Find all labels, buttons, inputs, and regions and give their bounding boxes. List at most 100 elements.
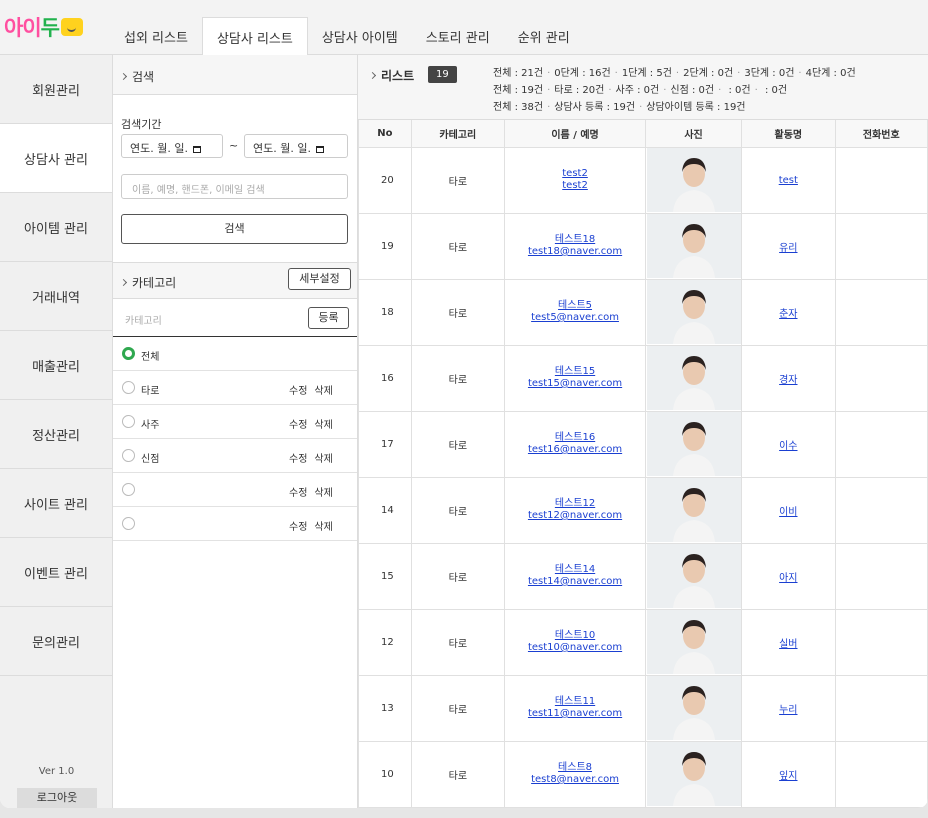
table-row[interactable]: 17 타로 테스트16 test16@naver.com 이수 — [358, 410, 928, 478]
activity-name-link[interactable]: 이수 — [779, 441, 797, 452]
table-row[interactable]: 20 타로 test2 test2 test — [358, 146, 928, 214]
email-link[interactable]: test14@naver.com — [505, 576, 645, 588]
name-link[interactable]: 테스트10 — [505, 630, 645, 642]
category-radio[interactable] — [122, 415, 135, 428]
counselor-photo[interactable] — [646, 544, 741, 608]
sidebar-item-items[interactable]: 아이템 관리 — [0, 193, 112, 262]
email-link[interactable]: test18@naver.com — [505, 246, 645, 258]
email-link[interactable]: test8@naver.com — [505, 774, 645, 786]
tab-counselor-list[interactable]: 상담사 리스트 — [201, 17, 308, 56]
email-link[interactable]: test10@naver.com — [505, 642, 645, 654]
category-radio[interactable] — [122, 347, 135, 360]
calendar-icon[interactable] — [315, 146, 324, 153]
activity-name-link[interactable]: 경자 — [779, 375, 797, 386]
counselor-photo[interactable] — [646, 676, 741, 740]
logo-text: 아이두 — [4, 16, 60, 40]
sidebar-item-site[interactable]: 사이트 관리 — [0, 469, 112, 538]
category-row-shinjeom[interactable]: 신점 수정 삭제 — [113, 439, 357, 473]
category-row-empty[interactable]: 수정 삭제 — [113, 507, 357, 541]
calendar-icon[interactable] — [192, 146, 201, 153]
category-radio[interactable] — [122, 449, 135, 462]
tab-outreach-list[interactable]: 섭외 리스트 — [110, 17, 202, 55]
category-row-all[interactable]: 전체 — [113, 337, 357, 371]
tab-story-management[interactable]: 스토리 관리 — [412, 17, 504, 55]
counselor-photo[interactable] — [646, 346, 741, 410]
counselor-photo[interactable] — [646, 280, 741, 344]
delete-category-button[interactable]: 삭제 — [314, 488, 332, 499]
edit-category-button[interactable]: 수정 — [289, 420, 307, 431]
table-row[interactable]: 10 타로 테스트8 test8@naver.com 잎지 — [358, 740, 928, 808]
detail-settings-button[interactable]: 세부설정 — [288, 268, 351, 290]
edit-category-button[interactable]: 수정 — [289, 522, 307, 533]
activity-name-link[interactable]: 아지 — [779, 573, 797, 584]
counselor-photo[interactable] — [646, 742, 741, 806]
activity-name-link[interactable]: 잎지 — [779, 771, 797, 782]
delete-category-button[interactable]: 삭제 — [314, 386, 332, 397]
category-radio[interactable] — [122, 381, 135, 394]
name-link[interactable]: test2 — [505, 168, 645, 180]
activity-name-link[interactable]: test — [779, 175, 798, 186]
sidebar-item-inquiries[interactable]: 문의관리 — [0, 607, 112, 676]
counselor-photo[interactable] — [646, 412, 741, 476]
edit-category-button[interactable]: 수정 — [289, 454, 307, 465]
category-row-tarot[interactable]: 타로 수정 삭제 — [113, 371, 357, 405]
sidebar-item-members[interactable]: 회원관리 — [0, 55, 112, 124]
table-row[interactable]: 12 타로 테스트10 test10@naver.com 실버 — [358, 608, 928, 676]
category-row-saju[interactable]: 사주 수정 삭제 — [113, 405, 357, 439]
table-row[interactable]: 16 타로 테스트15 test15@naver.com 경자 — [358, 344, 928, 412]
date-to-input[interactable]: 연도. 월. 일. — [244, 134, 348, 158]
activity-name-link[interactable]: 유리 — [779, 243, 797, 254]
table-row[interactable]: 18 타로 테스트5 test5@naver.com 춘자 — [358, 278, 928, 346]
name-link[interactable]: 테스트18 — [505, 234, 645, 246]
activity-name-link[interactable]: 실버 — [779, 639, 797, 650]
counselor-photo[interactable] — [646, 610, 741, 674]
email-link[interactable]: test5@naver.com — [505, 312, 645, 324]
tab-counselor-items[interactable]: 상담사 아이템 — [308, 17, 412, 55]
email-link[interactable]: test2 — [505, 180, 645, 192]
activity-name-link[interactable]: 이비 — [779, 507, 797, 518]
email-link[interactable]: test12@naver.com — [505, 510, 645, 522]
delete-category-button[interactable]: 삭제 — [314, 454, 332, 465]
top-bar: 아이두 섭외 리스트 상담사 리스트 상담사 아이템 스토리 관리 순위 관리 — [0, 0, 928, 56]
counselor-photo[interactable] — [646, 148, 741, 212]
sidebar-item-counselors[interactable]: 상담사 관리 — [0, 124, 112, 193]
cell-name: 테스트8 test8@naver.com — [503, 740, 647, 808]
activity-name-link[interactable]: 누리 — [779, 705, 797, 716]
register-category-button[interactable]: 등록 — [308, 307, 349, 329]
counselor-photo[interactable] — [646, 478, 741, 542]
name-link[interactable]: 테스트14 — [505, 564, 645, 576]
name-link[interactable]: 테스트5 — [505, 300, 645, 312]
logo[interactable]: 아이두 — [4, 12, 83, 42]
search-button[interactable]: 검색 — [121, 214, 348, 244]
category-radio[interactable] — [122, 483, 135, 496]
delete-category-button[interactable]: 삭제 — [314, 522, 332, 533]
category-radio[interactable] — [122, 517, 135, 530]
sidebar-item-settlement[interactable]: 정산관리 — [0, 400, 112, 469]
tab-ranking-management[interactable]: 순위 관리 — [504, 17, 584, 55]
name-link[interactable]: 테스트16 — [505, 432, 645, 444]
table-row[interactable]: 15 타로 테스트14 test14@naver.com 아지 — [358, 542, 928, 610]
category-row-empty[interactable]: 수정 삭제 — [113, 473, 357, 507]
counselor-photo[interactable] — [646, 214, 741, 278]
name-link[interactable]: 테스트8 — [505, 762, 645, 774]
logout-button[interactable]: 로그아웃 — [17, 788, 97, 808]
name-link[interactable]: 테스트15 — [505, 366, 645, 378]
email-link[interactable]: test11@naver.com — [505, 708, 645, 720]
delete-category-button[interactable]: 삭제 — [314, 420, 332, 431]
sidebar-item-events[interactable]: 이벤트 관리 — [0, 538, 112, 607]
name-link[interactable]: 테스트12 — [505, 498, 645, 510]
sidebar-item-sales[interactable]: 매출관리 — [0, 331, 112, 400]
table-row[interactable]: 14 타로 테스트12 test12@naver.com 이비 — [358, 476, 928, 544]
email-link[interactable]: test15@naver.com — [505, 378, 645, 390]
search-input[interactable]: 이름, 예명, 핸드폰, 이메일 검색 — [121, 174, 348, 199]
table-row[interactable]: 19 타로 테스트18 test18@naver.com 유리 — [358, 212, 928, 280]
activity-name-link[interactable]: 춘자 — [779, 309, 797, 320]
category-input[interactable]: 카테고리 — [125, 312, 162, 327]
name-link[interactable]: 테스트11 — [505, 696, 645, 708]
edit-category-button[interactable]: 수정 — [289, 386, 307, 397]
table-row[interactable]: 13 타로 테스트11 test11@naver.com 누리 — [358, 674, 928, 742]
edit-category-button[interactable]: 수정 — [289, 488, 307, 499]
email-link[interactable]: test16@naver.com — [505, 444, 645, 456]
date-from-input[interactable]: 연도. 월. 일. — [121, 134, 223, 158]
sidebar-item-transactions[interactable]: 거래내역 — [0, 262, 112, 331]
